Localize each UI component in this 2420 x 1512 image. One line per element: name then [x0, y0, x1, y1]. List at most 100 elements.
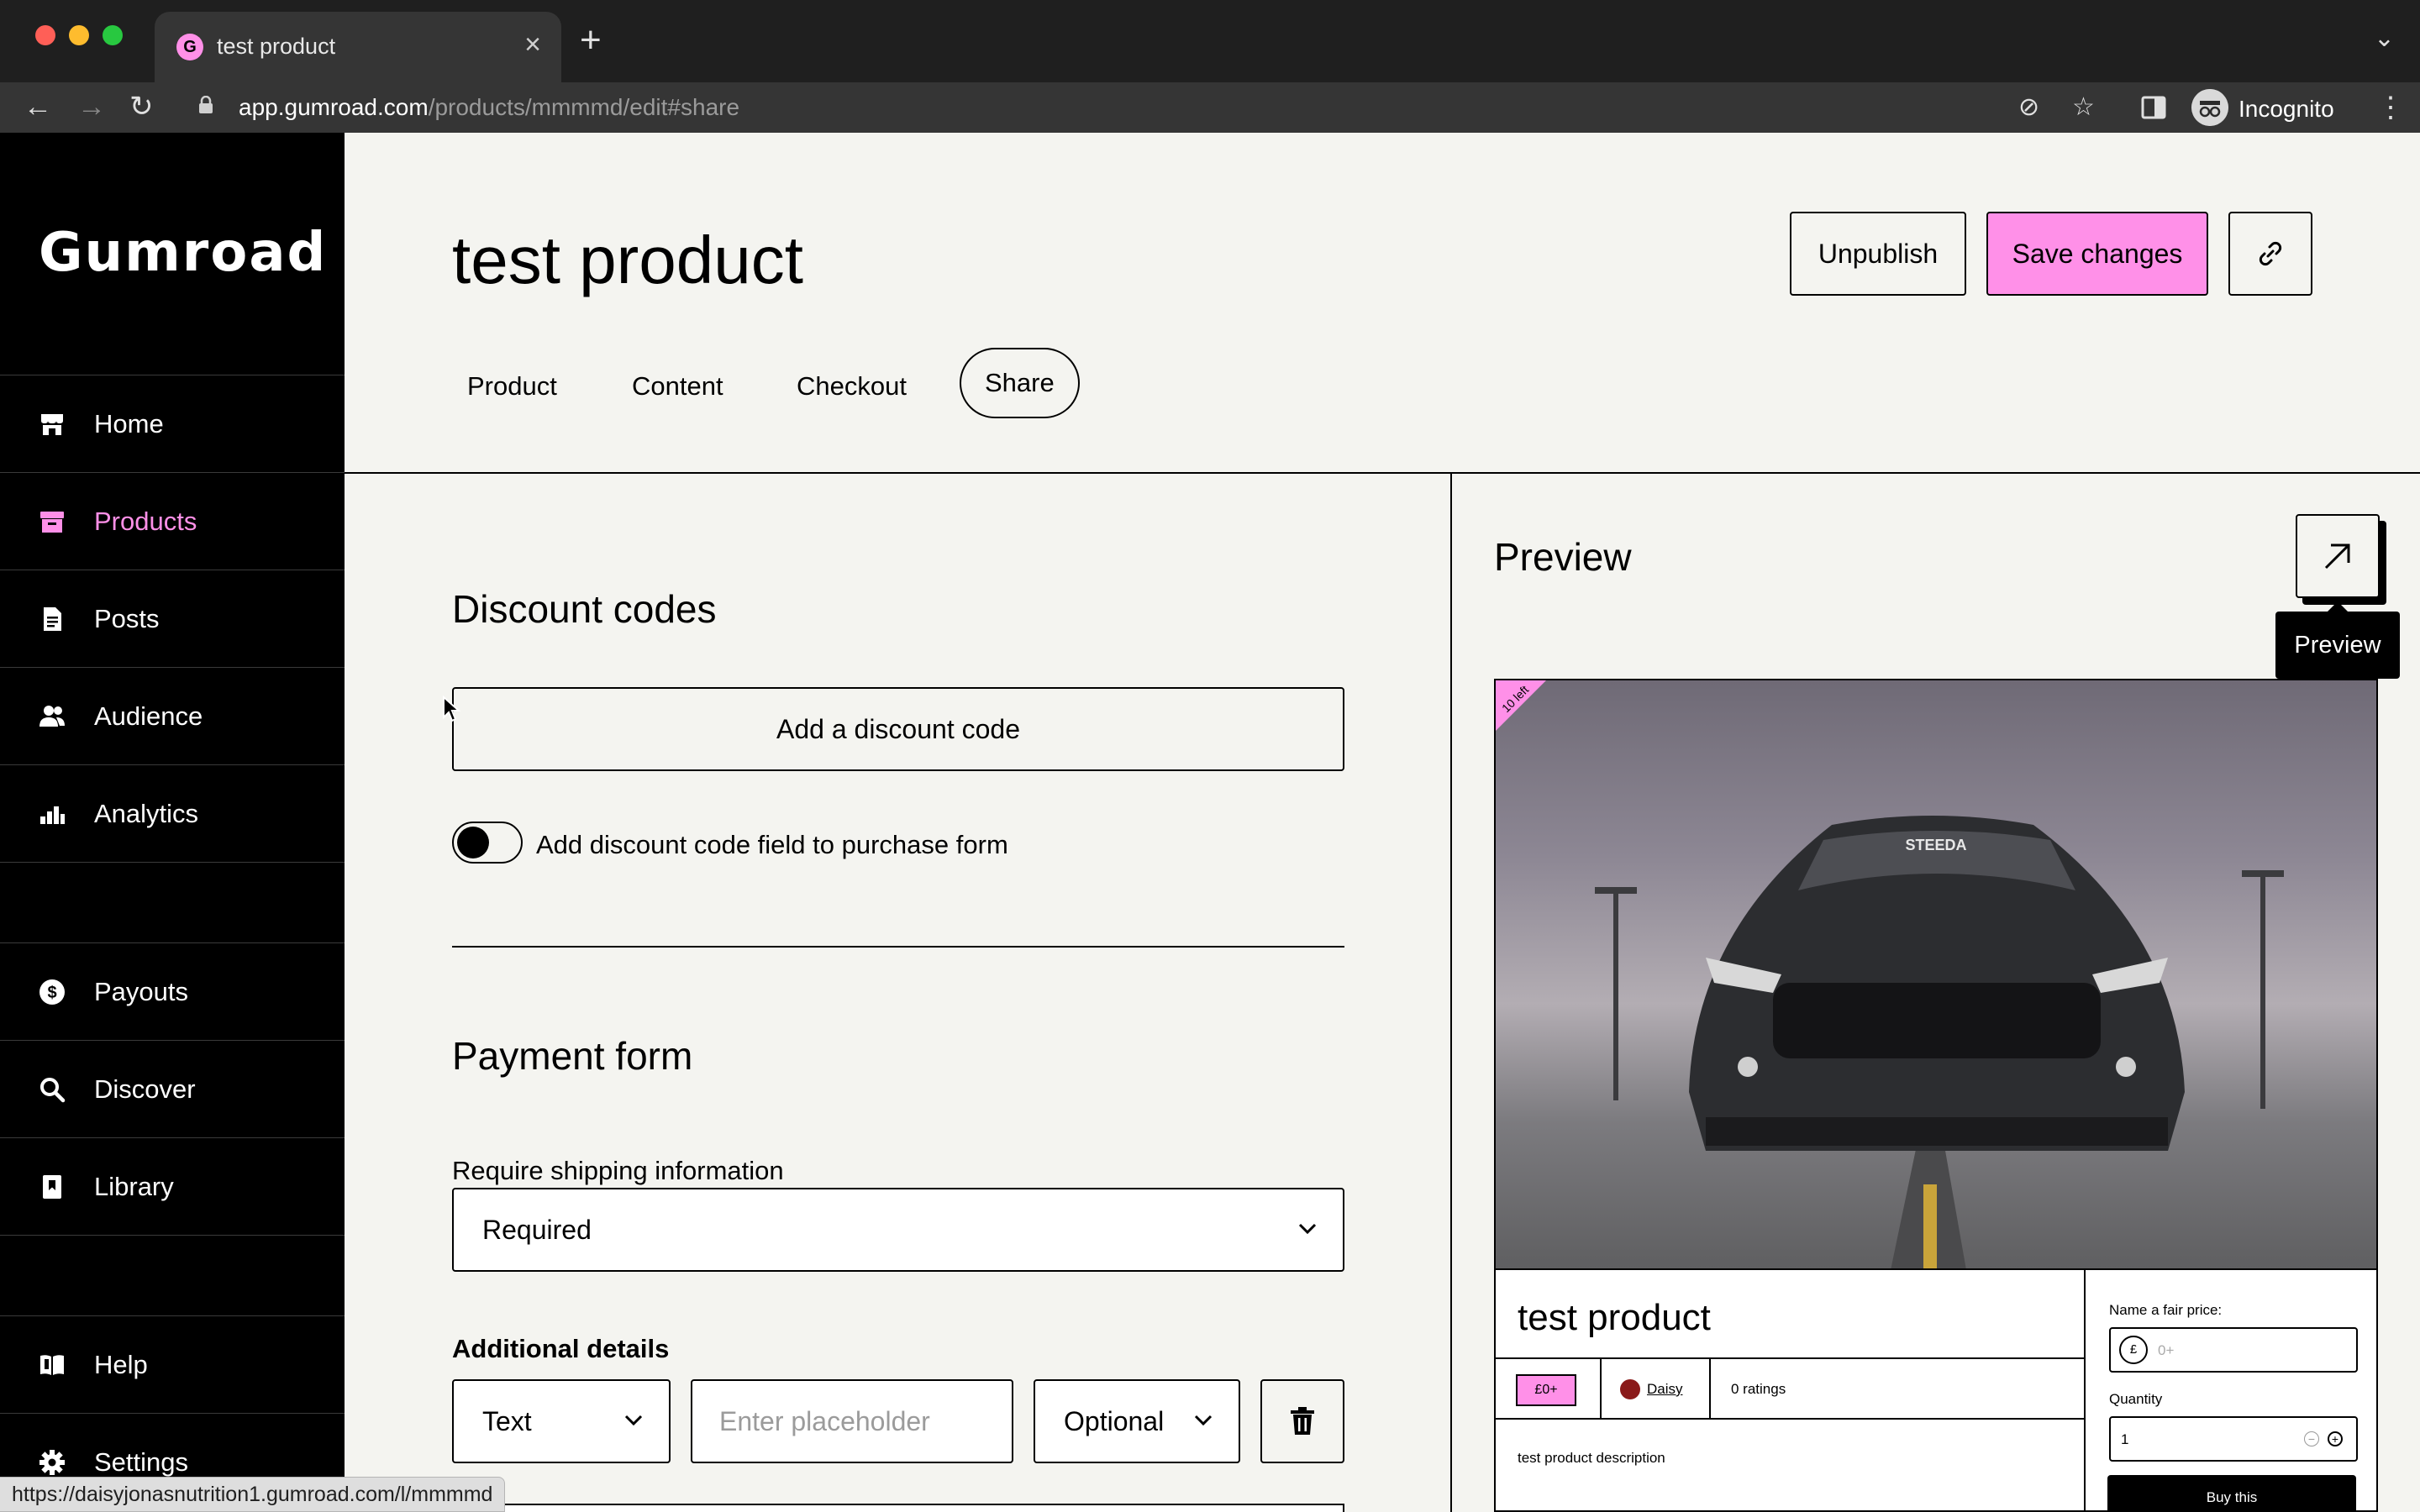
delete-field-button[interactable] — [1260, 1379, 1344, 1463]
preview-heading: Preview — [1494, 535, 1632, 579]
close-tab-icon[interactable]: × — [524, 30, 541, 59]
save-changes-button[interactable]: Save changes — [1986, 212, 2208, 296]
tab-search-chevron-icon[interactable]: ⌄ — [2374, 24, 2395, 53]
tab-content[interactable]: Content — [632, 371, 723, 402]
sidebar-item-home[interactable]: Home — [0, 375, 345, 472]
sidebar-spacer — [0, 1235, 345, 1315]
windshield-banner-text: STEEDA — [1905, 837, 1966, 853]
price-input[interactable]: £ 0+ — [2109, 1327, 2358, 1373]
field-type-select[interactable]: Text — [452, 1379, 671, 1463]
browser-tab-bar: G test product × + ⌄ — [0, 0, 2420, 82]
next-field-row — [452, 1504, 1344, 1512]
status-bar-url: https://daisyjonasnutrition1.gumroad.com… — [0, 1477, 506, 1512]
sidebar-item-label: Home — [94, 409, 164, 438]
discount-field-toggle[interactable] — [452, 822, 523, 864]
payment-form-heading: Payment form — [452, 1034, 693, 1078]
currency-symbol: £ — [2119, 1336, 2148, 1364]
address-bar[interactable]: app.gumroad.com/products/mmmmd/edit#shar… — [182, 82, 2156, 133]
add-discount-code-button[interactable]: Add a discount code — [452, 687, 1344, 771]
dollar-circle-icon: $ — [39, 979, 65, 1005]
arrow-up-right-icon — [2324, 543, 2350, 570]
ratings-count: 0 ratings — [1731, 1381, 1786, 1397]
sidebar-item-analytics[interactable]: Analytics — [0, 764, 345, 862]
sidebar-spacer — [0, 862, 345, 942]
eye-slash-icon[interactable]: ⊘ — [2018, 92, 2039, 122]
copy-link-button[interactable] — [2228, 212, 2312, 296]
sidebar-item-label: Library — [94, 1172, 174, 1201]
sidebar-item-posts[interactable]: Posts — [0, 570, 345, 667]
requirement-select[interactable]: Optional — [1034, 1379, 1240, 1463]
sidebar-item-library[interactable]: Library — [0, 1137, 345, 1235]
minimize-window-button[interactable] — [69, 25, 89, 45]
sidebar-item-label: Posts — [94, 604, 160, 633]
page-header: test product Unpublish Save changes Prod… — [345, 133, 2420, 474]
incognito-icon — [2191, 89, 2228, 126]
star-icon[interactable]: ☆ — [2072, 92, 2095, 122]
people-icon — [39, 706, 65, 727]
preview-description: test product description — [1518, 1450, 1665, 1466]
browser-toolbar: ← → ↻ app.gumroad.com/products/mmmmd/edi… — [0, 82, 2420, 133]
trash-icon — [1291, 1407, 1314, 1435]
sidebar-item-label: Products — [94, 507, 197, 536]
share-settings: Discount codes Add a discount code Add d… — [345, 474, 1452, 1512]
quantity-stepper[interactable]: 1 − + — [2109, 1416, 2358, 1462]
sidebar-item-products[interactable]: Products — [0, 472, 345, 570]
buy-column-separator — [2084, 1270, 2086, 1510]
url-text: app.gumroad.com/products/mmmmd/edit#shar… — [239, 94, 740, 120]
gumroad-favicon-icon: G — [176, 34, 203, 60]
document-icon — [44, 607, 61, 631]
additional-details-label: Additional details — [452, 1334, 670, 1363]
preview-tooltip: Preview — [2275, 601, 2400, 679]
meta-separator — [1600, 1359, 1602, 1418]
browser-menu-icon[interactable]: ⋮ — [2376, 91, 2405, 124]
gumroad-logo[interactable]: Gumroad — [39, 222, 327, 284]
sidebar-item-label: Help — [94, 1350, 148, 1379]
new-tab-icon[interactable]: + — [580, 22, 602, 59]
tab-checkout[interactable]: Checkout — [797, 371, 907, 402]
sidebar-item-audience[interactable]: Audience — [0, 667, 345, 764]
discount-codes-heading: Discount codes — [452, 587, 717, 631]
forward-arrow-icon[interactable]: → — [77, 92, 106, 121]
decrement-icon[interactable]: − — [2304, 1431, 2319, 1446]
placeholder-input[interactable]: Enter placeholder — [691, 1379, 1013, 1463]
open-preview-button[interactable] — [2296, 514, 2380, 598]
sidebar-item-label: Discover — [94, 1074, 196, 1104]
side-panel-icon[interactable] — [2141, 96, 2166, 119]
unpublish-button[interactable]: Unpublish — [1790, 212, 1966, 296]
svg-text:$: $ — [47, 984, 56, 1002]
sidebar-item-label: Audience — [94, 701, 203, 731]
browser-tab[interactable]: G test product × — [155, 12, 561, 82]
increment-icon[interactable]: + — [2328, 1431, 2343, 1446]
close-window-button[interactable] — [35, 25, 55, 45]
car-photo: STEEDA — [1595, 816, 2284, 1268]
search-icon — [40, 1078, 66, 1103]
sidebar-item-discover[interactable]: Discover — [0, 1040, 345, 1137]
reload-icon[interactable]: ↻ — [129, 92, 154, 121]
back-arrow-icon[interactable]: ← — [24, 92, 52, 121]
sidebar-item-label: Settings — [94, 1447, 189, 1477]
price-tag: £0+ — [1516, 1374, 1576, 1406]
profile-label: Incognito — [2238, 96, 2334, 122]
lock-icon — [199, 96, 213, 113]
tab-product[interactable]: Product — [467, 371, 557, 402]
sidebar-item-label: Analytics — [94, 799, 199, 828]
creator-avatar — [1620, 1379, 1640, 1399]
shipping-select[interactable]: Required — [452, 1188, 1344, 1272]
tab-share[interactable]: Share — [960, 348, 1080, 418]
sidebar: Gumroad Home Products Posts Audience Ana… — [0, 133, 345, 1512]
preview-product-title: test product — [1518, 1297, 1711, 1338]
preview-meta-row: £0+ Daisy 0 ratings — [1496, 1357, 2084, 1420]
zoom-window-button[interactable] — [103, 25, 123, 45]
mouse-cursor-icon — [443, 696, 460, 722]
sidebar-item-payouts[interactable]: $ Payouts — [0, 942, 345, 1040]
chevron-down-icon — [624, 1415, 643, 1426]
product-preview-card: STEEDA 10 left test product £0+ Daisy 0 … — [1494, 679, 2378, 1512]
field-type-value: Text — [482, 1406, 532, 1436]
incognito-profile[interactable]: Incognito — [2191, 89, 2360, 126]
preview-panel: Preview Preview STEEDA 10 left test prod… — [1454, 474, 2420, 1512]
buy-this-button[interactable]: Buy this — [2107, 1475, 2356, 1512]
sidebar-item-help[interactable]: Help — [0, 1315, 345, 1413]
chevron-down-icon — [1298, 1223, 1317, 1235]
creator-link[interactable]: Daisy — [1647, 1381, 1683, 1398]
section-divider — [452, 946, 1344, 948]
